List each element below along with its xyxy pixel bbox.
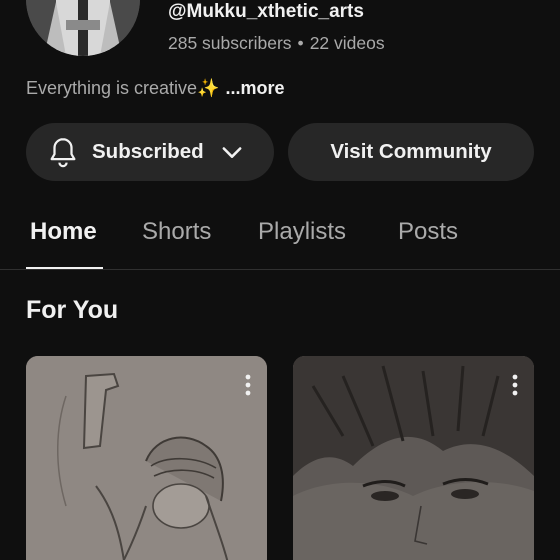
tabs-divider <box>0 269 560 270</box>
tab-playlists[interactable]: Playlists <box>258 218 346 246</box>
channel-avatar[interactable] <box>26 0 140 56</box>
tab-posts[interactable]: Posts <box>398 218 458 246</box>
subscriber-count: 285 subscribers <box>168 33 292 53</box>
video-thumbnail <box>293 356 534 560</box>
visit-community-button[interactable]: Visit Community <box>288 123 534 181</box>
video-count: 22 videos <box>309 33 385 53</box>
channel-description[interactable]: Everything is creative✨ ...more <box>26 78 285 99</box>
visit-community-label: Visit Community <box>330 140 492 163</box>
description-text: Everything is creative✨ <box>26 78 220 98</box>
subscribed-button[interactable]: Subscribed <box>26 123 274 181</box>
more-link[interactable]: ...more <box>225 78 284 98</box>
subscribed-label: Subscribed <box>92 140 204 163</box>
stats-separator: • <box>297 33 304 53</box>
tab-shorts[interactable]: Shorts <box>142 218 211 246</box>
avatar-image <box>26 0 140 56</box>
more-vert-icon[interactable] <box>510 374 520 396</box>
channel-tabs: Home Shorts Playlists Posts <box>0 200 560 270</box>
video-card[interactable] <box>293 356 534 560</box>
channel-handle: @Mukku_xthetic_arts <box>168 1 364 22</box>
more-vert-icon[interactable] <box>243 374 253 396</box>
channel-stats: 285 subscribers • 22 videos <box>168 33 385 54</box>
tab-home[interactable]: Home <box>30 218 97 246</box>
section-title: For You <box>26 296 119 324</box>
video-card[interactable] <box>26 356 267 560</box>
chevron-down-icon <box>222 147 242 158</box>
video-thumbnail <box>26 356 267 560</box>
bell-icon <box>50 138 76 168</box>
